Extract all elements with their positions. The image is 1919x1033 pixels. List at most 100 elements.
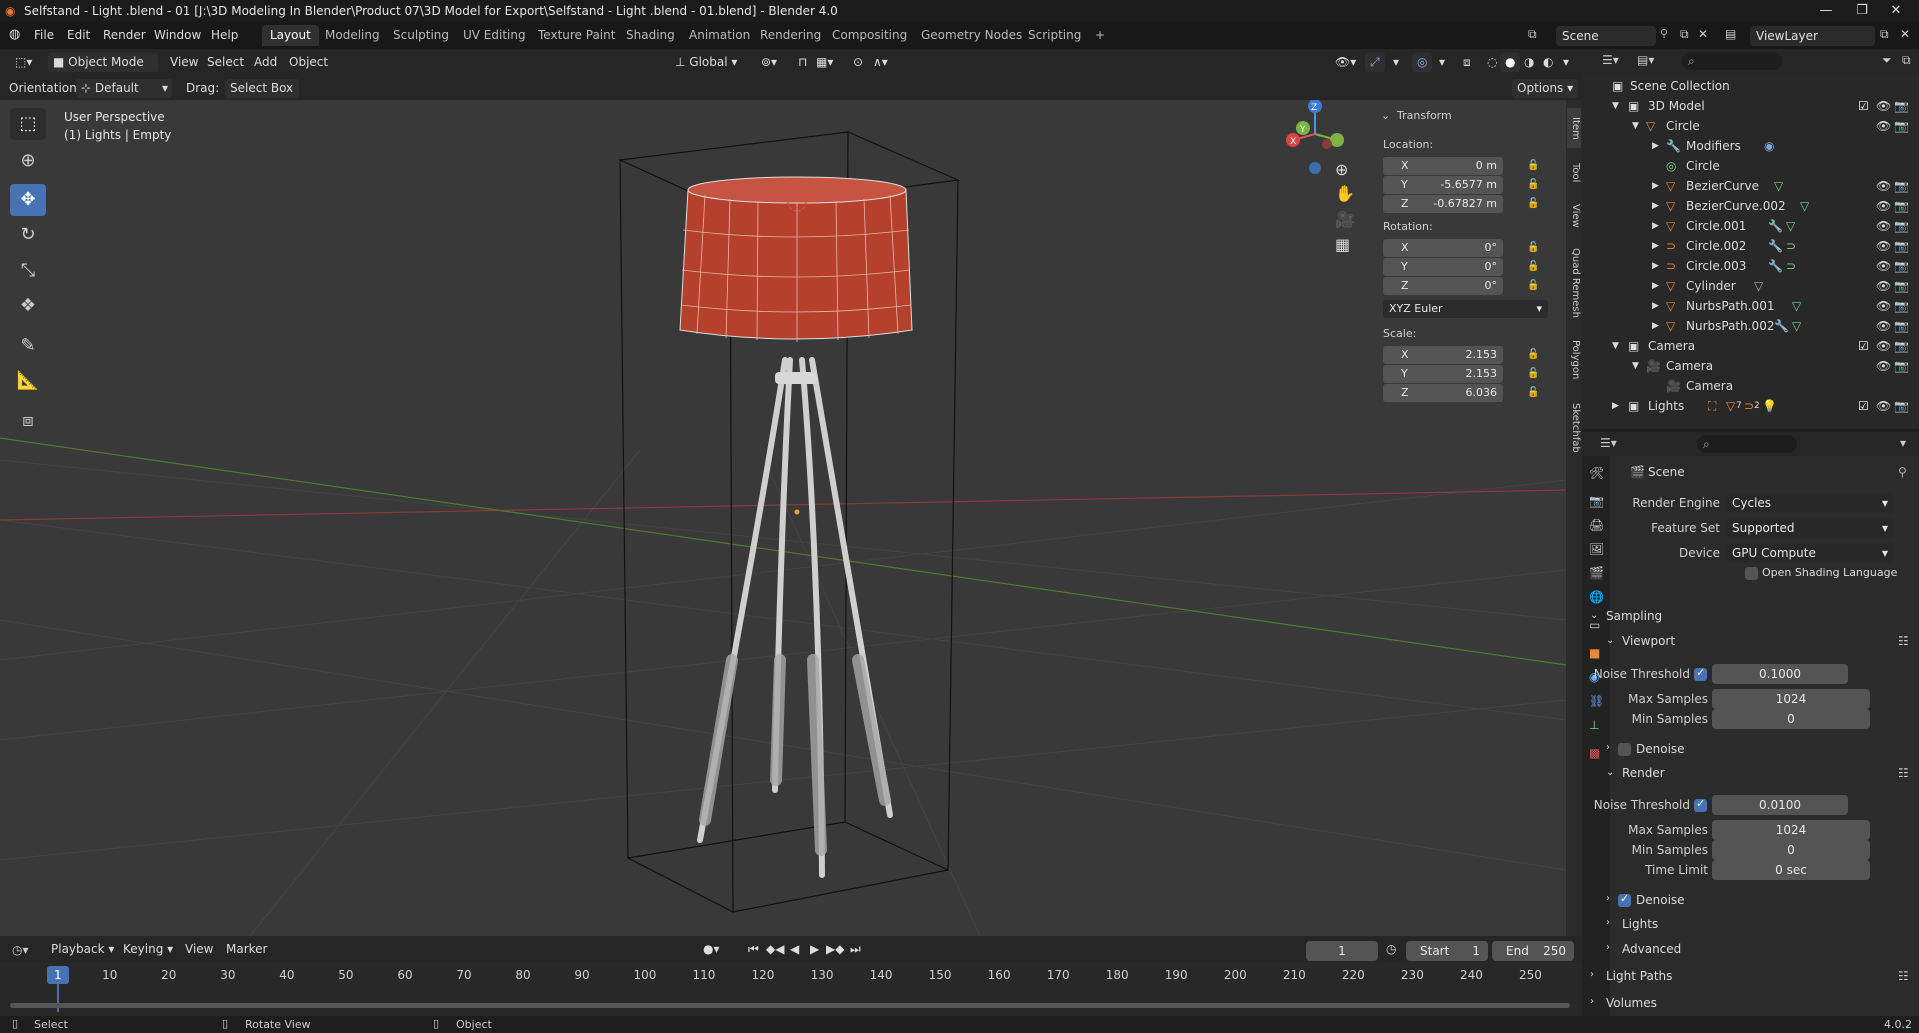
viewlayer-browse-icon[interactable]: ▤: [1725, 27, 1736, 41]
eye-icon[interactable]: 👁: [1876, 216, 1891, 236]
rotate-tool-icon[interactable]: ↻: [10, 219, 46, 251]
vp-noise-checkbox[interactable]: [1694, 666, 1707, 681]
r-denoise-expand-icon[interactable]: ›: [1606, 893, 1610, 904]
render-subheader[interactable]: Render: [1622, 766, 1665, 780]
scene-name-field[interactable]: Scene: [1556, 26, 1656, 46]
transform-tool-icon[interactable]: ❖: [10, 290, 46, 322]
rotation-z-field[interactable]: Z 0°: [1383, 277, 1503, 295]
tab-shading[interactable]: Shading: [618, 25, 683, 46]
location-z-field[interactable]: Z -0.67827 m: [1383, 195, 1503, 213]
outliner-row-circle[interactable]: ▼ ▽ Circle 👁 📷: [1582, 116, 1919, 136]
gizmo-dropdown-icon[interactable]: ▾: [1388, 53, 1404, 72]
time-limit-field[interactable]: 0 sec: [1712, 860, 1870, 880]
advanced-expand-icon[interactable]: ›: [1606, 942, 1610, 953]
viewport-subheader[interactable]: Viewport: [1622, 634, 1675, 648]
lamp-legs[interactable]: [697, 357, 893, 878]
view-layer-tab-icon[interactable]: 🖼: [1589, 542, 1604, 556]
measure-tool-icon[interactable]: 📐: [10, 365, 46, 397]
device-dropdown[interactable]: GPU Compute ▾: [1726, 543, 1893, 563]
tab-uv-editing[interactable]: UV Editing: [455, 25, 534, 46]
add-workspace-icon[interactable]: +: [1087, 25, 1113, 46]
r-denoise-label[interactable]: Denoise: [1636, 893, 1685, 907]
transform-collapse-icon[interactable]: ⌄: [1381, 109, 1390, 122]
vp-denoise-expand-icon[interactable]: ›: [1606, 742, 1610, 753]
tab-rendering[interactable]: Rendering: [752, 25, 829, 46]
outliner-row-circle-001[interactable]: ▶ ▽ Circle.001 🔧 ▽ 👁 📷: [1582, 216, 1919, 236]
texture-tab-icon[interactable]: ▩: [1589, 746, 1600, 760]
rendered-shading-icon[interactable]: ◐: [1538, 53, 1558, 72]
solid-shading-icon[interactable]: ●: [1500, 53, 1521, 72]
overlay-dropdown-icon[interactable]: ▾: [1434, 53, 1450, 72]
play-icon[interactable]: ▶: [810, 942, 819, 956]
vp-max-samples-field[interactable]: 1024: [1712, 689, 1870, 709]
tool-tab-icon[interactable]: 🛠: [1589, 466, 1604, 480]
marker-menu[interactable]: Marker: [221, 940, 272, 959]
checkbox-icon[interactable]: ☑: [1858, 396, 1869, 416]
eye-icon[interactable]: 👁: [1876, 316, 1891, 336]
render-camera-icon[interactable]: 📷: [1894, 396, 1909, 416]
viewport-collapse-icon[interactable]: ⌄: [1606, 635, 1614, 646]
feature-set-dropdown[interactable]: Supported ▾: [1726, 518, 1893, 538]
outliner-row-lights[interactable]: ▶ ▣ Lights ⛶ ▽ 7 ⊃ 2 💡 ☑ 👁 📷: [1582, 396, 1919, 416]
expand-icon[interactable]: ▶: [1652, 276, 1659, 296]
menu-help[interactable]: Help: [211, 28, 238, 42]
lock-icon[interactable]: 🔓: [1527, 368, 1539, 380]
location-x-field[interactable]: X 0 m: [1383, 157, 1503, 175]
overlay-toggle-icon[interactable]: ◎: [1412, 53, 1433, 72]
lock-icon[interactable]: 🔓: [1527, 242, 1539, 254]
editor-type-icon[interactable]: ☰▾: [1602, 53, 1619, 67]
new-viewlayer-icon[interactable]: ⧉: [1880, 27, 1889, 42]
outliner-row-circle-003[interactable]: ▶ ⊃ Circle.003 🔧 ⊃ 👁 📷: [1582, 256, 1919, 276]
pin-icon[interactable]: ⚲: [1898, 465, 1907, 479]
jump-end-icon[interactable]: ⏭: [850, 942, 861, 957]
eye-icon[interactable]: 👁: [1876, 176, 1891, 196]
tab-tool[interactable]: Tool: [1567, 155, 1581, 190]
viewport-scene-svg[interactable]: [0, 100, 1566, 936]
lock-icon[interactable]: 🔓: [1527, 198, 1539, 210]
outliner-row-camera-object[interactable]: ▼ 🎥 Camera 👁 📷: [1582, 356, 1919, 376]
ortho-grid-icon[interactable]: ▦: [1335, 235, 1350, 254]
render-camera-icon[interactable]: 📷: [1894, 196, 1909, 216]
menu-edit[interactable]: Edit: [67, 28, 90, 42]
falloff-icon[interactable]: ∧▾: [868, 53, 893, 72]
rotation-y-field[interactable]: Y 0°: [1383, 258, 1503, 276]
tab-modeling[interactable]: Modeling: [317, 25, 388, 46]
select-box-tool-icon[interactable]: ⬚: [10, 108, 46, 140]
scene-browse-icon[interactable]: ⧉: [1528, 27, 1537, 42]
render-camera-icon[interactable]: 📷: [1894, 316, 1909, 336]
outliner-row-scene-collection[interactable]: ▣ Scene Collection: [1582, 76, 1919, 96]
proportional-edit-icon[interactable]: ⊙: [848, 53, 868, 72]
mode-dropdown[interactable]: ■ Object Mode ▾: [48, 53, 158, 88]
new-scene-icon[interactable]: ⧉: [1680, 27, 1689, 42]
camera-view-icon[interactable]: 🎥: [1335, 210, 1355, 229]
view-layer-field[interactable]: ViewLayer: [1750, 26, 1875, 46]
lights-subheader[interactable]: Lights: [1622, 917, 1658, 931]
expand-icon[interactable]: ▼: [1632, 356, 1639, 376]
lock-icon[interactable]: 🔓: [1527, 280, 1539, 292]
render-tab-icon[interactable]: 📷: [1589, 494, 1604, 508]
orientation-dropdown[interactable]: ⊹ Default ▾: [76, 79, 172, 98]
expand-icon[interactable]: ▼: [1612, 96, 1619, 116]
material-shading-icon[interactable]: ◑: [1519, 53, 1539, 72]
expand-icon[interactable]: ▼: [1612, 336, 1619, 356]
eye-icon[interactable]: 👁: [1876, 276, 1891, 296]
render-camera-icon[interactable]: 📷: [1894, 356, 1909, 376]
annotate-tool-icon[interactable]: ✎: [10, 330, 46, 362]
render-camera-icon[interactable]: 📷: [1894, 216, 1909, 236]
osl-checkbox[interactable]: [1745, 567, 1758, 580]
eye-icon[interactable]: 👁: [1876, 116, 1891, 136]
outliner-row-circle-002[interactable]: ▶ ⊃ Circle.002 🔧 ⊃ 👁 📷: [1582, 236, 1919, 256]
lock-icon[interactable]: 🔓: [1527, 387, 1539, 399]
render-camera-icon[interactable]: 📷: [1894, 236, 1909, 256]
xray-icon[interactable]: ⧈: [1458, 53, 1476, 72]
outliner-row-camera-data[interactable]: 🎥 Camera: [1582, 376, 1919, 396]
tab-polygon[interactable]: Polygon: [1567, 335, 1581, 385]
expand-icon[interactable]: ▶: [1652, 316, 1659, 336]
eye-icon[interactable]: 👁: [1876, 256, 1891, 276]
outliner-search-field[interactable]: ⌕: [1682, 52, 1782, 70]
outliner-row-cylinder[interactable]: ▶ ▽ Cylinder ▽ 👁 📷: [1582, 276, 1919, 296]
outliner-row-camera-collection[interactable]: ▼ ▣ Camera ☑ 👁 📷: [1582, 336, 1919, 356]
pin-icon[interactable]: ⚲: [1660, 27, 1668, 40]
tab-quad-remesh[interactable]: Quad Remesh: [1567, 243, 1581, 323]
snap-target-icon[interactable]: ▦▾: [811, 53, 838, 72]
